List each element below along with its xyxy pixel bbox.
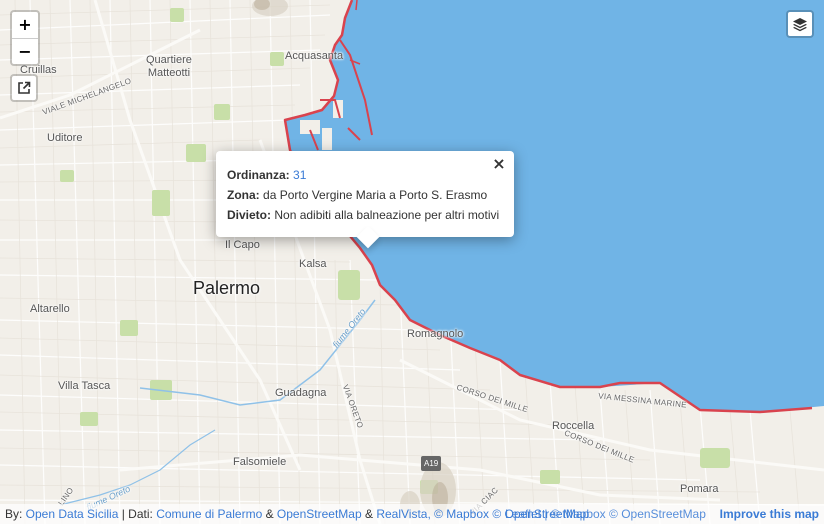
attrib-realvista-link[interactable]: RealVista <box>376 507 427 521</box>
zoom-out-button[interactable]: − <box>12 38 38 64</box>
attrib-sep: | Dati: <box>118 507 157 521</box>
open-external-button[interactable] <box>10 74 38 102</box>
attrib-amp-2: & <box>361 507 377 521</box>
label-quartiere-matteotti: Quartiere Matteotti <box>146 54 192 79</box>
popup-content: Ordinanza: 31 Zona: da Porto Vergine Mar… <box>216 151 514 225</box>
attrib-open-data-link[interactable]: Open Data Sicilia <box>26 507 119 521</box>
map-canvas[interactable]: Quartiere Matteotti Cruillas Acquasanta … <box>0 0 824 524</box>
label-uditore: Uditore <box>47 132 83 144</box>
label-romagnolo: Romagnolo <box>407 328 464 340</box>
label-altarello: Altarello <box>30 303 70 315</box>
zona-label: Zona: <box>227 188 260 202</box>
label-guadagna: Guadagna <box>275 387 327 399</box>
ordinanza-link[interactable]: 31 <box>293 168 306 182</box>
label-a19: A19 <box>421 456 442 471</box>
label-il-capo: Il Capo <box>225 239 260 251</box>
label-palermo: Palermo <box>193 278 261 298</box>
external-link-icon <box>18 81 31 94</box>
layers-icon <box>793 18 807 32</box>
attrib-osm-link[interactable]: OpenStreetMap <box>277 507 362 521</box>
ordinanza-label: Ordinanza: <box>227 168 290 182</box>
info-popup: × Ordinanza: 31 Zona: da Porto Vergine M… <box>216 151 514 249</box>
popup-row-zona: Zona: da Porto Vergine Maria a Porto S. … <box>227 185 502 205</box>
label-falsomiele: Falsomiele <box>233 456 287 468</box>
attrib-by: By: <box>5 507 26 521</box>
label-acquasanta: Acquasanta <box>285 50 344 62</box>
attrib-leaflet-overlap[interactable]: Leaflet | © Mapbox © OpenStreetMap <box>505 504 706 524</box>
attrib-amp: & <box>262 507 277 521</box>
popup-row-divieto: Divieto: Non adibiti alla balneazione pe… <box>227 205 502 225</box>
attribution-bar: By: Open Data Sicilia | Dati: Comune di … <box>0 504 824 524</box>
zoom-in-button[interactable]: + <box>12 12 38 38</box>
popup-row-ordinanza: Ordinanza: 31 <box>227 165 502 185</box>
label-villa-tasca: Villa Tasca <box>58 380 111 392</box>
zona-value: da Porto Vergine Maria a Porto S. Erasmo <box>263 188 488 202</box>
label-kalsa: Kalsa <box>299 258 327 270</box>
label-pomara: Pomara <box>680 483 719 495</box>
zoom-control: + − <box>10 10 40 66</box>
divieto-value: Non adibiti alla balneazione per altri m… <box>274 208 500 222</box>
layers-button[interactable] <box>786 10 814 38</box>
improve-map-link[interactable]: Improve this map <box>720 504 819 524</box>
divieto-label: Divieto: <box>227 208 272 222</box>
attrib-comune-link[interactable]: Comune di Palermo <box>156 507 262 521</box>
